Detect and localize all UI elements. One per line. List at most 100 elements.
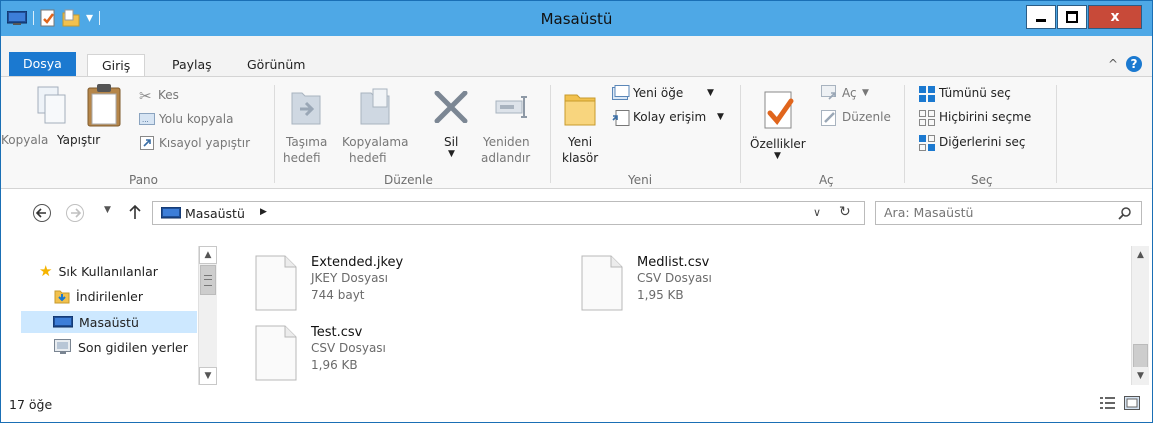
move-to-icon: [291, 92, 321, 125]
group-organize-title: Düzenle: [384, 173, 433, 187]
maximize-icon: [1066, 11, 1078, 23]
ribbon-tabs: Dosya Giriş Paylaş Görünüm ^ ?: [1, 36, 1152, 77]
select-none-icon: [919, 110, 935, 126]
star-icon: ★: [39, 262, 53, 280]
move-to-label-2: hedefi: [283, 151, 321, 165]
minimize-icon: [1036, 18, 1046, 22]
scroll-up-icon[interactable]: ▲: [1132, 246, 1149, 264]
tab-share[interactable]: Paylaş: [158, 54, 226, 76]
breadcrumb[interactable]: Masaüstü: [185, 206, 245, 221]
new-item-icon: [612, 85, 630, 100]
tab-file[interactable]: Dosya: [9, 52, 76, 76]
rename-icon: [495, 96, 527, 118]
group-separator: [740, 85, 741, 183]
file-item[interactable]: Extended.jkey JKEY Dosyası 744 bayt: [255, 255, 403, 311]
group-open-title: Aç: [819, 173, 834, 187]
navigation-pane: ★ Sık Kullanılanlar İndirilenler Masaüst…: [1, 237, 219, 387]
scroll-down-icon[interactable]: ▼: [199, 367, 217, 385]
navigation-bar: ▼ Masaüstü ▶ ∨ ↻: [1, 189, 1152, 235]
new-item-label: Yeni öğe: [633, 86, 684, 100]
new-folder-label-1: Yeni: [568, 135, 593, 149]
minimize-ribbon-icon[interactable]: ^: [1108, 57, 1118, 71]
easy-access-dropdown-icon[interactable]: ▼: [717, 112, 724, 122]
search-icon[interactable]: [1118, 207, 1131, 220]
downloads-folder-icon: [54, 290, 70, 304]
generic-file-icon: [255, 325, 297, 381]
tab-view[interactable]: Görünüm: [233, 54, 319, 76]
paste-label: Yapıştır: [57, 133, 101, 147]
properties-label: Özellikler: [750, 137, 806, 151]
close-button[interactable]: x: [1088, 5, 1142, 29]
new-folder-icon: [564, 94, 596, 126]
file-size: 1,96 KB: [311, 358, 358, 372]
scroll-up-icon[interactable]: ▲: [199, 246, 217, 264]
copy-to-icon: [360, 88, 390, 125]
group-separator: [904, 85, 905, 183]
properties-dropdown-icon[interactable]: ▼: [774, 151, 781, 161]
scroll-down-icon[interactable]: ▼: [1132, 367, 1149, 385]
window-title: Masaüstü: [540, 10, 613, 28]
open-icon: [821, 85, 836, 100]
address-bar[interactable]: Masaüstü ▶ ∨ ↻: [152, 201, 865, 225]
edit-label: Düzenle: [842, 110, 891, 124]
nav-item-recent-places[interactable]: Son gidilen yerler: [54, 336, 188, 358]
forward-icon[interactable]: [65, 203, 85, 223]
back-icon[interactable]: [32, 203, 52, 223]
copy-path-icon: ...: [139, 113, 155, 125]
copy-to-label-1: Kopyalama: [342, 135, 409, 149]
desktop-icon: [53, 315, 73, 327]
nav-pane-scrollbar[interactable]: ▲ ▼: [198, 246, 217, 385]
select-none-label: Hiçbirini seçme: [939, 110, 1032, 124]
open-label: Aç: [842, 86, 857, 100]
view-switcher: [1100, 396, 1140, 410]
file-list-scrollbar[interactable]: ▲ ▼: [1131, 246, 1149, 385]
title-bar[interactable]: ▾ Masaüstü x: [1, 1, 1152, 36]
file-type: CSV Dosyası: [311, 341, 386, 355]
open-dropdown-icon[interactable]: ▼: [862, 88, 869, 98]
maximize-button[interactable]: [1057, 5, 1087, 29]
up-arrow-icon[interactable]: [128, 204, 142, 220]
file-list: Extended.jkey JKEY Dosyası 744 bayt Medl…: [221, 237, 1129, 387]
recent-locations-icon[interactable]: ▼: [104, 205, 111, 215]
minimize-button[interactable]: [1026, 5, 1056, 29]
file-item[interactable]: Medlist.csv CSV Dosyası 1,95 KB: [581, 255, 712, 311]
tab-home[interactable]: Giriş: [87, 54, 146, 77]
move-to-label-1: Taşıma: [286, 135, 328, 149]
search-input[interactable]: [882, 204, 1106, 221]
generic-file-icon: [255, 255, 297, 311]
properties-icon: [764, 91, 794, 129]
explorer-window: ▾ Masaüstü x Dosya Giriş Paylaş Görünüm …: [0, 0, 1153, 423]
address-dropdown-icon[interactable]: ∨: [813, 206, 821, 219]
file-name: Medlist.csv: [637, 255, 710, 270]
close-icon: x: [1110, 9, 1120, 25]
details-view-icon[interactable]: [1100, 396, 1116, 410]
search-box[interactable]: [875, 201, 1142, 225]
invert-selection-icon: [919, 135, 935, 151]
delete-label: Sil: [444, 135, 459, 149]
delete-dropdown-icon[interactable]: ▼: [448, 149, 455, 159]
copy-label: Kopyala: [1, 133, 49, 147]
file-scrollbar-thumb[interactable]: [1133, 344, 1148, 368]
breadcrumb-chevron-icon[interactable]: ▶: [260, 207, 267, 217]
generic-file-icon: [581, 255, 623, 311]
refresh-icon[interactable]: ↻: [839, 204, 851, 220]
paste-shortcut-icon: [140, 136, 154, 150]
cut-label: Kes: [158, 88, 179, 102]
invert-selection-label: Diğerlerini seç: [939, 135, 1026, 149]
delete-icon: [434, 91, 468, 123]
svg-text:...: ...: [142, 116, 149, 124]
nav-item-favorites[interactable]: ★ Sık Kullanılanlar: [39, 260, 158, 282]
recent-places-icon: [54, 339, 71, 354]
nav-scrollbar-thumb[interactable]: [200, 265, 216, 295]
file-item[interactable]: Test.csv CSV Dosyası 1,96 KB: [255, 325, 386, 381]
group-select-title: Seç: [971, 173, 993, 187]
new-item-dropdown-icon[interactable]: ▼: [707, 88, 714, 98]
copy-path-label: Yolu kopyala: [159, 112, 234, 126]
select-all-label: Tümünü seç: [939, 86, 1011, 100]
file-name: Extended.jkey: [311, 255, 404, 270]
desktop-icon: [161, 207, 181, 219]
large-icons-view-icon[interactable]: [1124, 396, 1140, 410]
nav-item-desktop[interactable]: Masaüstü: [21, 311, 197, 333]
nav-item-downloads[interactable]: İndirilenler: [54, 285, 143, 307]
help-icon[interactable]: ?: [1126, 56, 1142, 72]
